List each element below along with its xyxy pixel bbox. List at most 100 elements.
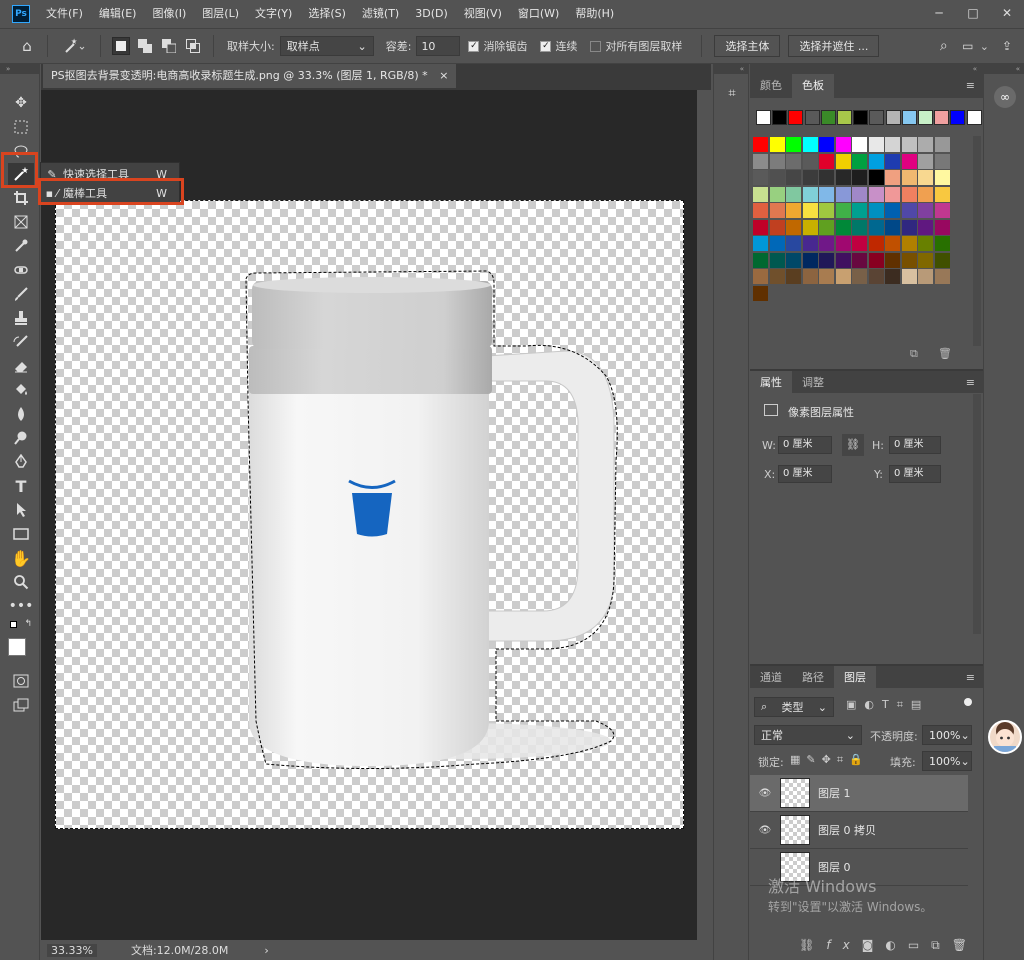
swatch[interactable]: [918, 137, 933, 152]
all-layers-checkbox[interactable]: [590, 40, 602, 52]
swatch[interactable]: [966, 110, 982, 125]
tab-swatches[interactable]: 色板: [792, 74, 834, 98]
layer-actions[interactable]: ⛓ fx ◙◐▭⧉🗑: [750, 930, 983, 960]
swatch[interactable]: [918, 203, 933, 218]
swatch[interactable]: [934, 153, 950, 169]
swatch[interactable]: [769, 219, 785, 235]
swatch[interactable]: [819, 269, 834, 284]
swatch[interactable]: [852, 153, 867, 169]
swatch[interactable]: [753, 137, 768, 152]
swatch[interactable]: [802, 236, 818, 251]
properties-scrollbar[interactable]: [973, 394, 981, 634]
swatch[interactable]: [786, 170, 801, 185]
swatch[interactable]: [819, 137, 834, 152]
swatch[interactable]: [835, 219, 851, 235]
swatch[interactable]: [769, 153, 785, 169]
trash-icon[interactable]: 🗑: [938, 347, 952, 360]
swatch[interactable]: [769, 236, 785, 251]
swatch[interactable]: [769, 170, 785, 185]
swatch[interactable]: [901, 153, 917, 169]
swatch[interactable]: [802, 203, 818, 218]
menu-item[interactable]: 文件(F): [38, 0, 91, 28]
swatch[interactable]: [918, 236, 933, 251]
swatch[interactable]: [885, 170, 900, 185]
swatch[interactable]: [934, 219, 950, 235]
marquee-tool-icon[interactable]: [8, 116, 34, 138]
crop-tool-icon[interactable]: [8, 187, 34, 209]
hand-tool-icon[interactable]: ✋: [8, 547, 34, 569]
swatch[interactable]: [934, 269, 950, 284]
new-swatch-icon[interactable]: ⧉: [910, 347, 918, 361]
swatch[interactable]: [786, 186, 801, 202]
swatch[interactable]: [885, 137, 900, 152]
menu-item[interactable]: 滤镜(T): [354, 0, 407, 28]
swatch[interactable]: [835, 269, 851, 284]
fill-input[interactable]: 100% ⌄: [922, 751, 972, 771]
swatch[interactable]: [934, 186, 950, 202]
swatch[interactable]: [852, 269, 867, 284]
swatch[interactable]: [918, 110, 933, 125]
swatch[interactable]: [868, 137, 884, 152]
workspace-icon[interactable]: ▭: [959, 37, 977, 55]
close-icon[interactable]: ×: [439, 69, 448, 82]
swatch[interactable]: [918, 186, 933, 202]
swatch[interactable]: [885, 203, 900, 218]
type-tool-icon[interactable]: T: [8, 475, 34, 497]
paint-bucket-tool-icon[interactable]: [8, 379, 34, 401]
move-tool-icon[interactable]: ✥: [8, 92, 34, 114]
swatch[interactable]: [934, 203, 950, 218]
swatch[interactable]: [753, 269, 768, 284]
swatch[interactable]: [753, 285, 768, 301]
swatch[interactable]: [835, 137, 851, 152]
tab-color[interactable]: 颜色: [750, 74, 792, 98]
swatch[interactable]: [786, 252, 801, 268]
swatch[interactable]: [885, 219, 900, 235]
quick-mask-icon[interactable]: [8, 670, 34, 692]
sample-size-select[interactable]: 取样点 ⌄: [279, 36, 374, 56]
swatch[interactable]: [769, 269, 785, 284]
swatch[interactable]: [819, 186, 834, 202]
creative-cloud-icon[interactable]: ∞: [994, 86, 1016, 108]
tab-channels[interactable]: 通道: [750, 666, 792, 688]
swatch[interactable]: [918, 219, 933, 235]
dock-collapse-strip[interactable]: «: [714, 64, 748, 74]
swatch[interactable]: [901, 186, 917, 202]
panel-menu-icon[interactable]: ≡: [966, 666, 975, 690]
swatch[interactable]: [804, 110, 820, 125]
tab-paths[interactable]: 路径: [792, 666, 834, 688]
swatch[interactable]: [901, 110, 917, 125]
select-subject-button[interactable]: 选择主体: [714, 35, 781, 57]
swatch[interactable]: [802, 153, 818, 169]
swatch[interactable]: [868, 170, 884, 185]
height-field[interactable]: 0 厘米: [889, 436, 941, 454]
swatch[interactable]: [753, 236, 768, 251]
swatch[interactable]: [885, 269, 900, 284]
panel-menu-icon[interactable]: ≡: [966, 371, 975, 395]
swatch[interactable]: [802, 137, 818, 152]
swatch[interactable]: [820, 110, 836, 125]
swatch[interactable]: [753, 153, 768, 169]
history-brush-tool-icon[interactable]: [8, 331, 34, 353]
frame-tool-icon[interactable]: [8, 211, 34, 233]
avatar[interactable]: [988, 720, 1022, 754]
zoom-level[interactable]: 33.33%: [47, 943, 97, 957]
layer-filter-icons[interactable]: ▣◐T⌗▤: [846, 698, 929, 712]
layer-row[interactable]: 👁 图层 1: [750, 775, 968, 812]
swatch[interactable]: [901, 170, 917, 185]
swatch[interactable]: [868, 236, 884, 251]
swatch[interactable]: [918, 153, 933, 169]
swatch[interactable]: [786, 153, 801, 169]
menu-item[interactable]: 帮助(H): [567, 0, 622, 28]
swatch[interactable]: [901, 252, 917, 268]
tab-adjustments[interactable]: 调整: [792, 371, 834, 393]
x-field[interactable]: 0 厘米: [778, 465, 832, 483]
layer-filter-select[interactable]: ⌕ 类型 ⌄: [754, 697, 834, 717]
menu-item[interactable]: 图像(I): [144, 0, 194, 28]
vertical-scrollbar[interactable]: [697, 90, 711, 940]
swatch[interactable]: [852, 252, 867, 268]
healing-brush-tool-icon[interactable]: [8, 259, 34, 281]
swatch[interactable]: [753, 203, 768, 218]
swatch[interactable]: [802, 186, 818, 202]
dock-collapse-strip[interactable]: «: [984, 64, 1024, 74]
swatch[interactable]: [901, 137, 917, 152]
